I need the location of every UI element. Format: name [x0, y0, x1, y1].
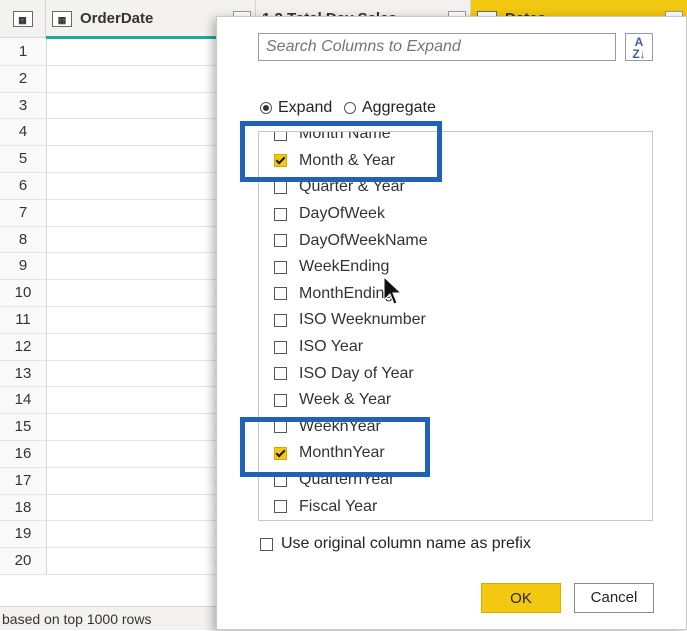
column-header-label: OrderDate — [80, 10, 154, 27]
column-item-label: Fiscal Year — [299, 497, 378, 515]
status-text: based on top 1000 rows — [2, 611, 152, 627]
checkbox-icon[interactable] — [274, 313, 287, 327]
row-number: 16 — [0, 441, 47, 467]
row-number: 11 — [0, 307, 47, 333]
row-number: 15 — [0, 414, 47, 440]
row-number: 5 — [0, 146, 47, 172]
expand-label: Expand — [278, 99, 333, 116]
highlight-box-monthnyear — [240, 417, 430, 477]
expand-radio[interactable]: Expand — [260, 99, 332, 117]
column-checkbox-item[interactable]: ISO Year — [274, 334, 363, 361]
row-number: 9 — [0, 253, 47, 280]
radio-selected-icon — [260, 102, 272, 114]
column-item-label: MonthEnding — [299, 284, 394, 302]
column-item-label: DayOfWeek — [299, 205, 385, 223]
radio-unselected-icon — [344, 102, 356, 114]
row-number: 7 — [0, 199, 47, 226]
row-number: 18 — [0, 494, 47, 521]
row-number: 20 — [0, 548, 47, 574]
row-number: 3 — [0, 92, 47, 119]
checkbox-icon[interactable] — [274, 234, 287, 248]
cancel-button[interactable]: Cancel — [574, 583, 654, 613]
table-menu-button[interactable]: ▦ — [0, 0, 46, 38]
row-number: 14 — [0, 387, 47, 414]
checkbox-icon[interactable] — [274, 180, 287, 194]
row-number: 10 — [0, 280, 47, 306]
row-number: 6 — [0, 173, 47, 199]
column-item-label: ISO Weeknumber — [299, 311, 426, 329]
column-checkbox-item[interactable]: Week & Year — [274, 387, 391, 414]
calendar-type-icon: ▦ — [52, 10, 72, 27]
aggregate-label: Aggregate — [362, 99, 436, 116]
checkbox-icon[interactable] — [274, 207, 287, 221]
row-number: 13 — [0, 360, 47, 387]
sort-az-icon[interactable]: A Z↓ — [625, 33, 653, 61]
checkbox-icon[interactable] — [274, 367, 287, 381]
column-checkbox-item[interactable]: ISO Day of Year — [274, 360, 414, 387]
mouse-cursor-icon — [383, 276, 402, 305]
table-icon: ▦ — [12, 10, 33, 27]
checkbox-icon — [260, 537, 273, 551]
prefix-label: Use original column name as prefix — [281, 535, 531, 552]
ok-button[interactable]: OK — [481, 583, 561, 613]
checkbox-icon[interactable] — [274, 393, 287, 407]
column-item-label: WeekEnding — [299, 258, 390, 276]
checkbox-icon[interactable] — [274, 340, 287, 354]
row-number: 2 — [0, 65, 47, 92]
highlight-box-month-year — [240, 121, 442, 182]
checkbox-icon[interactable] — [274, 260, 287, 274]
row-number: 17 — [0, 467, 47, 494]
row-number: 1 — [0, 39, 47, 65]
aggregate-radio[interactable]: Aggregate — [344, 99, 436, 117]
row-number: 12 — [0, 333, 47, 360]
column-item-label: DayOfWeekName — [299, 231, 428, 249]
column-checkbox-item[interactable]: DayOfWeek — [274, 201, 385, 228]
row-number: 4 — [0, 119, 47, 146]
prefix-checkbox[interactable]: Use original column name as prefix — [260, 535, 531, 553]
column-checkbox-item[interactable]: ISO Weeknumber — [274, 307, 426, 334]
column-checkbox-item[interactable]: DayOfWeekName — [274, 227, 428, 254]
column-item-label: ISO Day of Year — [299, 364, 414, 382]
column-checkbox-item[interactable]: Fiscal Year — [274, 493, 377, 520]
column-checkbox-item[interactable]: WeekEnding — [274, 254, 389, 281]
column-checkbox-item[interactable]: MonthEnding — [274, 281, 393, 308]
column-item-label: Week & Year — [299, 391, 392, 409]
row-number: 19 — [0, 521, 47, 548]
expand-dialog: AZ↓ Expand Aggregate Month NameMonth & Y… — [216, 16, 687, 630]
checkbox-icon[interactable] — [274, 500, 287, 514]
search-input[interactable] — [258, 33, 616, 61]
row-number: 8 — [0, 226, 47, 253]
checkbox-icon[interactable] — [274, 287, 287, 301]
column-item-label: ISO Year — [299, 338, 364, 356]
